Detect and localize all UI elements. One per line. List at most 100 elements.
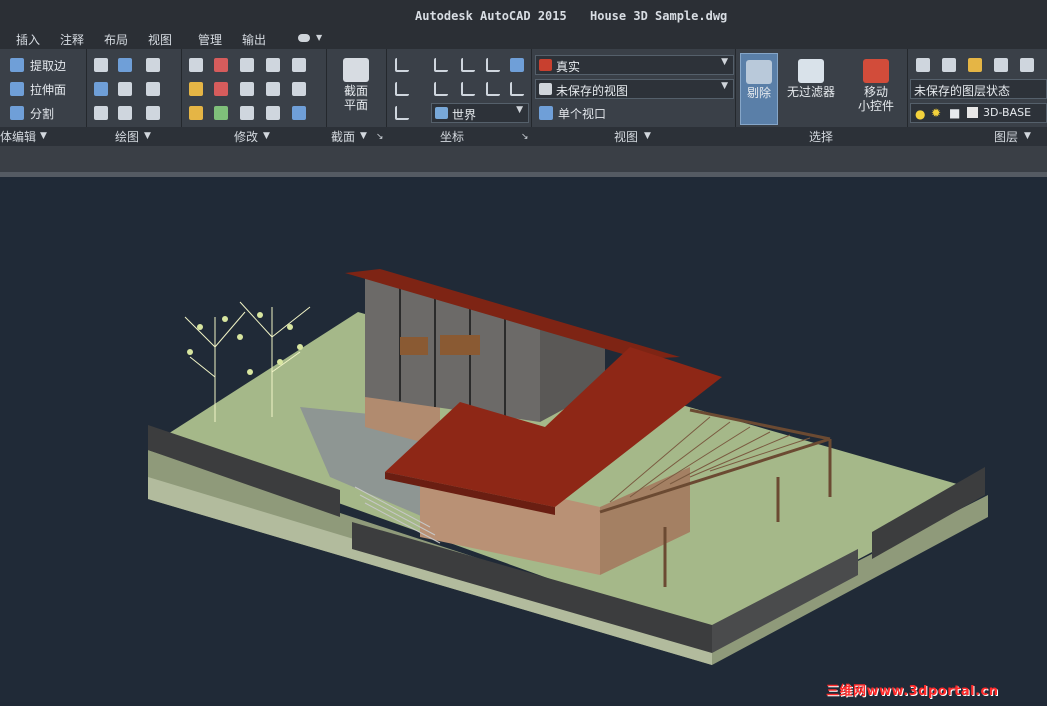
realistic-style-icon — [539, 59, 552, 71]
ucs-icon[interactable] — [395, 58, 409, 72]
chevron-down-icon[interactable]: ▼ — [40, 131, 47, 141]
separate-button[interactable]: 分割 — [30, 105, 54, 122]
stretch-icon[interactable] — [266, 106, 280, 120]
panel-label-section[interactable]: 截面 — [331, 128, 355, 145]
tab-manage[interactable]: 管理 — [198, 31, 222, 48]
current-layer-dropdown[interactable]: ● ✹ ■ 3D-BASE — [910, 103, 1047, 123]
layer-isolate-icon[interactable] — [942, 58, 956, 72]
tab-annotate[interactable]: 注释 — [60, 31, 84, 48]
chevron-down-icon[interactable]: ▼ — [1024, 131, 1031, 141]
viewport-config-button[interactable]: 单个视口 — [558, 105, 606, 122]
panel-label-layers[interactable]: 图层 — [994, 128, 1018, 145]
ucs-world-icon[interactable] — [395, 106, 409, 120]
chevron-down-icon[interactable]: ▼ — [144, 131, 151, 141]
title-bar: Autodesk AutoCAD 2015 House 3D Sample.dw… — [0, 0, 1047, 30]
rectangle-icon[interactable] — [118, 106, 132, 120]
ucs-3point-icon[interactable] — [510, 82, 524, 96]
3d-align-icon[interactable] — [214, 106, 228, 120]
chevron-down-icon[interactable]: ▼ — [644, 131, 651, 141]
ucs-view-icon[interactable] — [434, 58, 448, 72]
panel-label-modify[interactable]: 修改 — [234, 128, 258, 145]
3d-mirror-icon[interactable] — [214, 82, 228, 96]
ucs-y-icon[interactable] — [486, 58, 500, 72]
chevron-down-icon[interactable]: ▼ — [360, 131, 367, 141]
spline-icon[interactable] — [94, 82, 108, 96]
visual-style-dropdown[interactable]: 真实 ▼ — [535, 55, 734, 75]
3d-rotate-icon[interactable] — [214, 58, 228, 72]
layer-state-dropdown[interactable]: 未保存的图层状态 — [910, 79, 1047, 99]
culling-button[interactable]: 剔除 — [740, 53, 778, 125]
trim-icon[interactable] — [292, 58, 306, 72]
extract-edges-button[interactable]: 提取边 — [30, 57, 66, 74]
panel-label-coordinates[interactable]: 坐标 — [440, 128, 464, 145]
named-view-dropdown[interactable]: 未保存的视图 ▼ — [535, 79, 734, 99]
ucs-dropdown-value: 世界 — [452, 108, 477, 122]
culling-icon — [746, 60, 772, 84]
layer-color-swatch — [967, 107, 978, 118]
dialog-launcher-icon[interactable]: ↘ — [376, 132, 384, 142]
workspace-toggle-icon[interactable] — [298, 34, 310, 42]
sun-icon: ✹ — [931, 106, 942, 120]
panel-label-solid-edit[interactable]: 体编辑 — [0, 128, 36, 145]
chamfer-icon[interactable] — [292, 82, 306, 96]
drawing-viewport[interactable] — [0, 177, 1047, 702]
layer-lock-icon[interactable] — [1020, 58, 1034, 72]
ucs-object-icon[interactable] — [510, 58, 524, 72]
polyline-icon[interactable] — [94, 58, 108, 72]
cube-icon — [798, 59, 824, 83]
separate-icon — [10, 106, 24, 120]
watermark: 三维网www.3dportal.cn — [826, 684, 999, 699]
ucs-dropdown[interactable]: 世界 ▼ — [431, 103, 529, 123]
chevron-down-icon[interactable]: ▼ — [316, 33, 322, 42]
layer-properties-icon[interactable] — [916, 58, 930, 72]
fillet-icon[interactable] — [189, 82, 203, 96]
dialog-launcher-icon[interactable]: ↘ — [521, 132, 529, 142]
helix-icon[interactable] — [118, 58, 132, 72]
line-icon[interactable] — [118, 82, 132, 96]
selection-filter-button[interactable]: 无过滤器 — [784, 53, 838, 123]
tab-view[interactable]: 视图 — [148, 31, 172, 48]
tab-layout[interactable]: 布局 — [104, 31, 128, 48]
panel-label-view[interactable]: 视图 — [614, 128, 638, 145]
tab-insert[interactable]: 插入 — [16, 31, 40, 48]
move-gizmo-label-1: 移动 — [863, 85, 888, 99]
layer-freeze-icon[interactable] — [968, 58, 982, 72]
section-plane-icon — [343, 58, 369, 82]
layer-off-icon[interactable] — [994, 58, 1008, 72]
array-icon[interactable] — [292, 106, 306, 120]
lightbulb-icon: ● — [915, 107, 926, 121]
move-gizmo-button[interactable]: 移动 小控件 — [852, 53, 900, 123]
section-plane-label-2: 平面 — [343, 98, 368, 112]
offset-icon[interactable] — [189, 58, 203, 72]
rotate-icon[interactable] — [240, 82, 254, 96]
extract-edges-icon — [10, 58, 24, 72]
copy-icon[interactable] — [266, 82, 280, 96]
ucs-face-icon[interactable] — [486, 82, 500, 96]
tab-output[interactable]: 输出 — [242, 31, 266, 48]
ucs-origin-icon[interactable] — [395, 82, 409, 96]
ucs-x-icon[interactable] — [461, 58, 475, 72]
ucs-z-icon[interactable] — [461, 82, 475, 96]
viewport-icon — [539, 106, 553, 120]
house-3d-model — [148, 269, 988, 665]
current-layer-value: 3D-BASE — [983, 106, 1032, 119]
polygon-icon[interactable] — [94, 106, 108, 120]
circle-icon[interactable] — [146, 82, 160, 96]
layer-state-value: 未保存的图层状态 — [914, 84, 1011, 98]
extrude-faces-button[interactable]: 拉伸面 — [30, 81, 66, 98]
panel-label-selection[interactable]: 选择 — [809, 128, 833, 145]
globe-icon — [435, 107, 448, 119]
section-plane-button[interactable]: 截面 平面 — [334, 52, 378, 122]
view-icon — [539, 83, 552, 95]
ribbon-tabs: 插入 注释 布局 视图 管理 输出 ▼ — [0, 30, 1047, 49]
chevron-down-icon: ▼ — [516, 105, 523, 115]
scale-icon[interactable] — [240, 106, 254, 120]
chevron-down-icon[interactable]: ▼ — [263, 131, 270, 141]
move-icon[interactable] — [240, 58, 254, 72]
ellipse-icon[interactable] — [146, 106, 160, 120]
arc-icon[interactable] — [146, 58, 160, 72]
align-icon[interactable] — [266, 58, 280, 72]
panel-label-draw[interactable]: 绘图 — [115, 128, 139, 145]
ucs-previous-icon[interactable] — [434, 82, 448, 96]
erase-icon[interactable] — [189, 106, 203, 120]
